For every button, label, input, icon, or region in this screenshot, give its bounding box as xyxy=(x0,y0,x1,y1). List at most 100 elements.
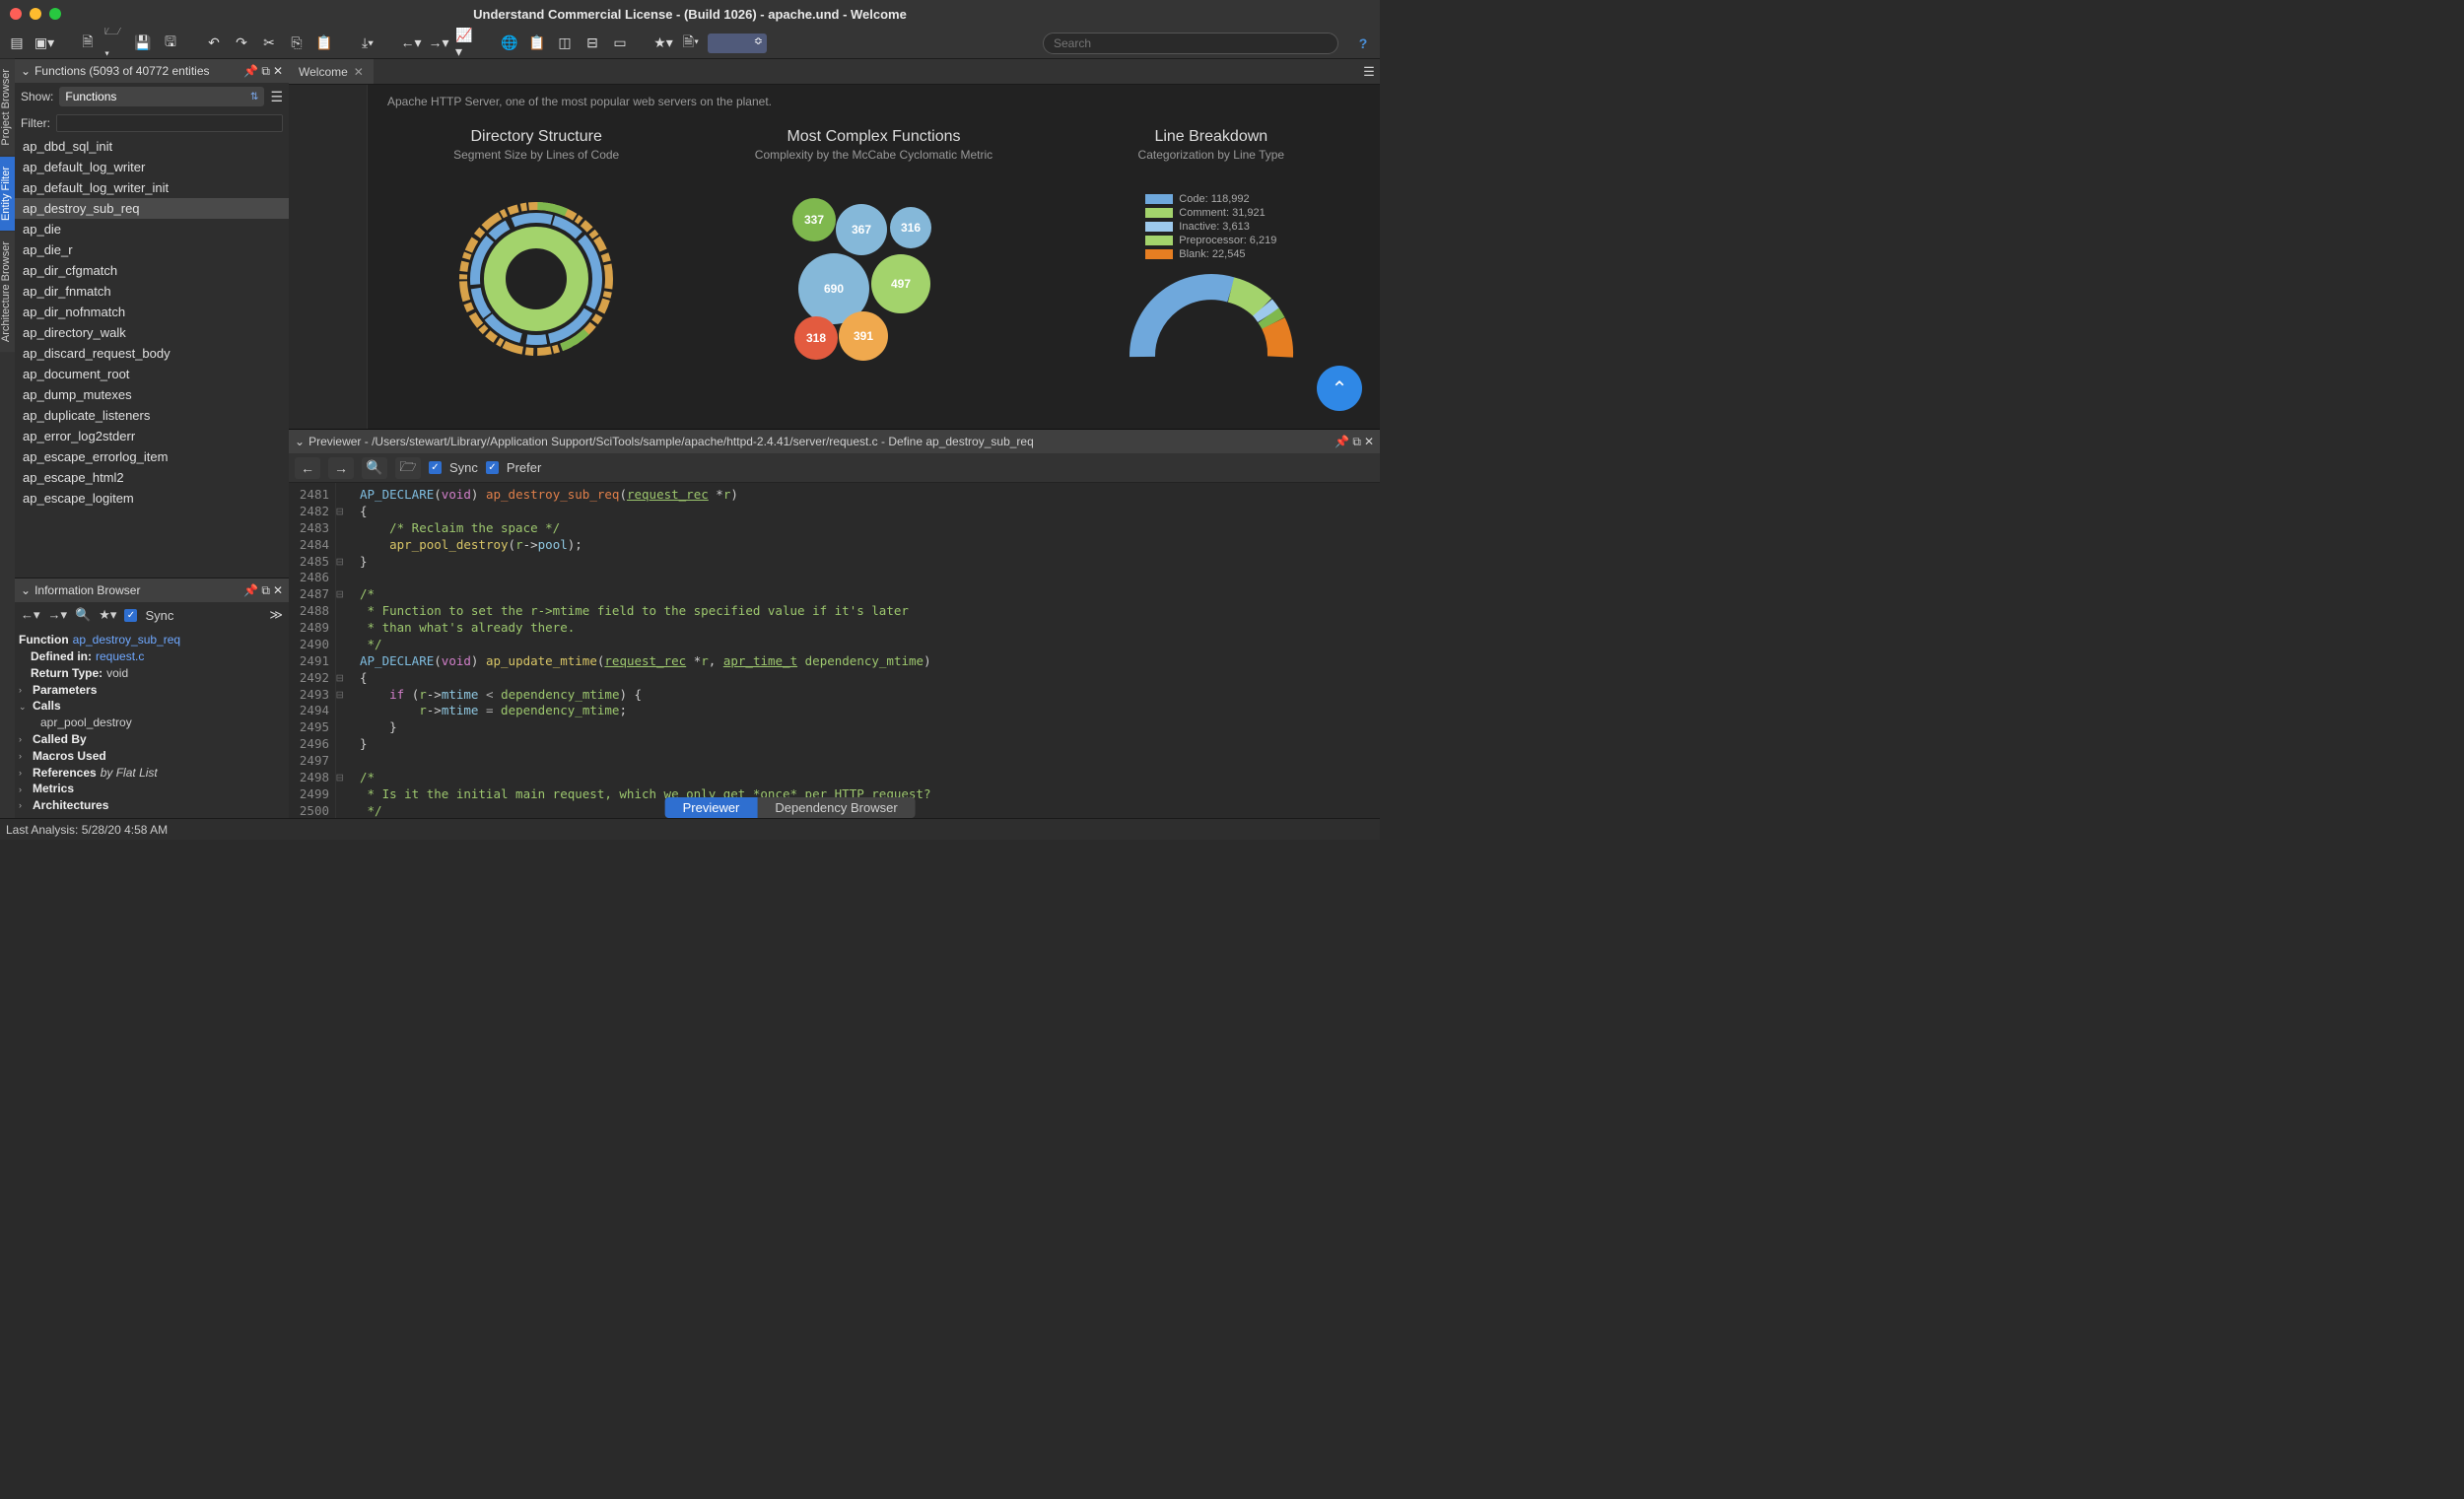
expand-icon[interactable]: › xyxy=(19,733,29,746)
prev-fwd-icon[interactable]: → xyxy=(328,457,354,479)
arch-label[interactable]: Architectures xyxy=(33,797,108,814)
prefer-checkbox[interactable]: ✓ xyxy=(486,461,499,474)
forward-icon[interactable]: →▾ xyxy=(428,33,449,54)
expand-icon[interactable]: › xyxy=(19,684,29,697)
single-pane-icon[interactable]: ▭ xyxy=(609,33,631,54)
expand-icon[interactable]: › xyxy=(19,799,29,812)
chevron-down-icon[interactable]: ⌄ xyxy=(295,435,305,448)
list-item[interactable]: ap_escape_logitem xyxy=(15,488,289,509)
side-tab-architecture-browser[interactable]: Architecture Browser xyxy=(0,232,15,352)
open-icon[interactable]: ▣▾ xyxy=(34,33,55,54)
side-tab-entity-filter[interactable]: Entity Filter xyxy=(0,157,15,231)
func-name[interactable]: ap_destroy_sub_req xyxy=(73,632,180,648)
tabs-menu-icon[interactable]: ☰ xyxy=(1358,59,1380,84)
undo-icon[interactable]: ↶ xyxy=(203,33,225,54)
list-item[interactable]: ap_escape_errorlog_item xyxy=(15,446,289,467)
chevron-down-icon[interactable]: ⌄ xyxy=(21,64,31,78)
clipboard-icon[interactable]: 📋 xyxy=(526,33,548,54)
doc-icon[interactable]: 🗎 xyxy=(77,33,99,54)
list-item[interactable]: ap_error_log2stderr xyxy=(15,426,289,446)
list-item[interactable]: ap_discard_request_body xyxy=(15,343,289,364)
prev-open-icon[interactable]: 🗁 xyxy=(395,457,421,479)
info-back-icon[interactable]: ←▾ xyxy=(21,607,40,623)
back-icon[interactable]: ←▾ xyxy=(400,33,422,54)
search-input[interactable] xyxy=(1043,33,1338,54)
sync-checkbox[interactable]: ✓ xyxy=(429,461,442,474)
list-item[interactable]: ap_directory_walk xyxy=(15,322,289,343)
graph-icon[interactable]: 📈▾ xyxy=(455,33,477,54)
tab-dependency-browser[interactable]: Dependency Browser xyxy=(757,797,915,818)
list-item[interactable]: ap_dbd_sql_init xyxy=(15,136,289,157)
save-all-icon[interactable]: 🖫 xyxy=(160,33,181,54)
save-icon[interactable]: 💾 xyxy=(132,33,154,54)
code-area[interactable]: 2481 2482 2483 2484 2485 2486 2487 2488 … xyxy=(289,483,1380,818)
expand-icon[interactable]: ⌄ xyxy=(19,701,29,714)
list-item[interactable]: ap_default_log_writer_init xyxy=(15,177,289,198)
export-icon[interactable]: ⤓▾ xyxy=(357,33,378,54)
globe-icon[interactable]: 🌐 xyxy=(499,33,520,54)
paste-icon[interactable]: 📋 xyxy=(313,33,335,54)
close-panel-icon[interactable]: ✕ xyxy=(1364,435,1374,449)
copy-icon[interactable]: ⎘ xyxy=(286,33,308,54)
close-panel-icon[interactable]: ✕ xyxy=(273,583,283,598)
list-item[interactable]: ap_escape_html2 xyxy=(15,467,289,488)
redo-icon[interactable]: ↷ xyxy=(231,33,252,54)
close-panel-icon[interactable]: ✕ xyxy=(273,64,283,79)
show-dropdown[interactable]: Functions ⇅ xyxy=(59,87,264,106)
expand-icon[interactable]: › xyxy=(19,767,29,780)
list-item[interactable]: ap_dir_cfgmatch xyxy=(15,260,289,281)
help-icon[interactable]: ? xyxy=(1352,33,1374,54)
mode-dropdown[interactable] xyxy=(708,34,767,53)
fold-column[interactable]: ⊟ ⊟ ⊟ ⊟ ⊟ ⊟ ⊟ ⊟ xyxy=(336,483,350,818)
pin-icon[interactable]: 📌 xyxy=(243,64,258,79)
info-search-icon[interactable]: 🔍 xyxy=(75,607,91,623)
info-fwd-icon[interactable]: →▾ xyxy=(48,607,68,623)
calledby-label[interactable]: Called By xyxy=(33,731,87,748)
chevron-down-icon[interactable]: ⌄ xyxy=(21,583,31,597)
list-item[interactable]: ap_dir_nofnmatch xyxy=(15,302,289,322)
list-item[interactable]: ap_dir_fnmatch xyxy=(15,281,289,302)
parameters-label[interactable]: Parameters xyxy=(33,682,97,699)
list-item[interactable]: ap_document_root xyxy=(15,364,289,384)
prev-back-icon[interactable]: ← xyxy=(295,457,320,479)
metrics-label[interactable]: Metrics xyxy=(33,781,74,797)
popout-icon[interactable]: ⧉ xyxy=(261,64,270,79)
defined-in-val[interactable]: request.c xyxy=(96,648,144,665)
info-more-icon[interactable]: ≫ xyxy=(269,607,283,623)
tab-welcome[interactable]: Welcome ✕ xyxy=(289,59,374,84)
list-item[interactable]: ap_duplicate_listeners xyxy=(15,405,289,426)
prev-search-icon[interactable]: 🔍 xyxy=(362,457,387,479)
code-body[interactable]: AP_DECLARE(void) ap_destroy_sub_req(requ… xyxy=(350,483,1380,818)
pin-icon[interactable]: 📌 xyxy=(1335,435,1349,449)
scroll-top-button[interactable]: ⌃ xyxy=(1317,366,1362,411)
options-icon[interactable]: ☰ xyxy=(270,89,283,105)
tab-previewer[interactable]: Previewer xyxy=(665,797,758,818)
list-item[interactable]: ap_destroy_sub_req xyxy=(15,198,289,219)
cut-icon[interactable]: ✂ xyxy=(258,33,280,54)
folder-open-icon[interactable]: 🗁▾ xyxy=(104,33,126,54)
split-h-icon[interactable]: ⊟ xyxy=(582,33,603,54)
split-v-icon[interactable]: ◫ xyxy=(554,33,576,54)
refs-label[interactable]: References xyxy=(33,765,97,782)
list-item[interactable]: ap_die_r xyxy=(15,239,289,260)
expand-icon[interactable]: › xyxy=(19,784,29,796)
list-item[interactable]: ap_dump_mutexes xyxy=(15,384,289,405)
popout-icon[interactable]: ⧉ xyxy=(1352,435,1361,449)
call-item[interactable]: apr_pool_destroy xyxy=(40,715,132,731)
star-icon[interactable]: ★▾ xyxy=(652,33,674,54)
list-item[interactable]: ap_default_log_writer xyxy=(15,157,289,177)
expand-icon[interactable]: › xyxy=(19,750,29,763)
calls-label[interactable]: Calls xyxy=(33,698,61,715)
tab-close-icon[interactable]: ✕ xyxy=(354,65,364,79)
new-file-icon[interactable]: ▤ xyxy=(6,33,28,54)
macros-label[interactable]: Macros Used xyxy=(33,748,106,765)
doc-drop-icon[interactable]: 🗎▾ xyxy=(680,33,702,54)
functions-list[interactable]: ap_dbd_sql_initap_default_log_writerap_d… xyxy=(15,136,289,578)
info-star-icon[interactable]: ★▾ xyxy=(99,607,116,623)
filter-input[interactable] xyxy=(56,114,283,132)
pin-icon[interactable]: 📌 xyxy=(243,583,258,598)
side-tab-project-browser[interactable]: Project Browser xyxy=(0,59,15,156)
list-item[interactable]: ap_die xyxy=(15,219,289,239)
sync-checkbox[interactable]: ✓ xyxy=(124,609,137,622)
popout-icon[interactable]: ⧉ xyxy=(261,583,270,598)
